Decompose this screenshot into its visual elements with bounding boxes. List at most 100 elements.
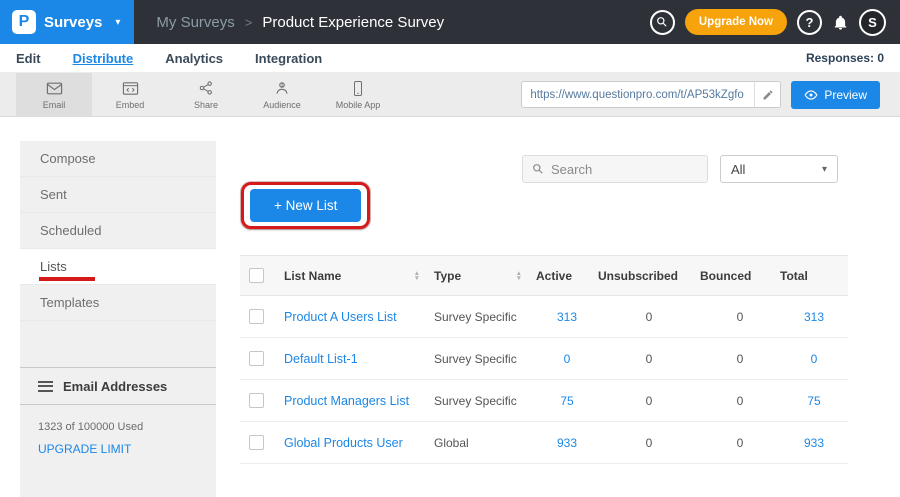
sidebar-item-compose[interactable]: Compose (20, 141, 216, 177)
responses-count[interactable]: Responses: 0 (806, 51, 884, 65)
list-name-link[interactable]: Default List-1 (284, 352, 358, 366)
eye-icon (804, 88, 818, 102)
upgrade-limit-link[interactable]: UPGRADE LIMIT (20, 433, 216, 456)
unsubscribed-count: 0 (598, 380, 700, 422)
column-list-name[interactable]: List Name▲▼ (284, 256, 434, 296)
tab-analytics[interactable]: Analytics (165, 51, 223, 66)
sidebar-item-lists[interactable]: Lists (20, 249, 216, 285)
total-count-link[interactable]: 75 (807, 394, 820, 408)
app-name: Surveys (44, 14, 102, 31)
lists-panel: + New List All ▾ (216, 141, 880, 497)
table-row: Product A Users List Survey Specific 313… (240, 296, 848, 338)
audience-icon: $ (274, 80, 290, 97)
bounced-count: 0 (700, 338, 780, 380)
sort-icon: ▲▼ (516, 271, 522, 281)
list-name-link[interactable]: Product A Users List (284, 310, 397, 324)
edit-url-pencil-icon[interactable] (754, 82, 780, 107)
table-row: Global Products User Global 933 0 0 933 (240, 422, 848, 464)
help-icon[interactable]: ? (797, 10, 822, 35)
column-active[interactable]: Active (536, 256, 598, 296)
mobile-app-icon (351, 80, 365, 97)
list-name-link[interactable]: Product Managers List (284, 394, 409, 408)
sidebar-item-label: Templates (40, 295, 99, 310)
active-count-link[interactable]: 0 (564, 352, 571, 366)
channel-email[interactable]: Email (16, 73, 92, 117)
total-count-link[interactable]: 933 (804, 436, 824, 450)
product-switcher[interactable]: P Surveys ▾ (0, 0, 134, 44)
column-unsubscribed[interactable]: Unsubscribed (598, 256, 700, 296)
column-total[interactable]: Total (780, 256, 848, 296)
active-count-link[interactable]: 313 (557, 310, 577, 324)
column-type[interactable]: Type▲▼ (434, 256, 536, 296)
tab-edit[interactable]: Edit (16, 51, 41, 66)
upgrade-now-button[interactable]: Upgrade Now (685, 9, 787, 35)
select-all-checkbox[interactable] (249, 268, 264, 283)
search-icon[interactable] (650, 10, 675, 35)
avatar[interactable]: S (859, 9, 886, 36)
embed-icon (122, 80, 139, 97)
sidebar-item-label: Sent (40, 187, 67, 202)
survey-url[interactable]: https://www.questionpro.com/t/AP53kZgfo (522, 89, 754, 101)
active-count-link[interactable]: 75 (560, 394, 573, 408)
bounced-count: 0 (700, 380, 780, 422)
breadcrumb: My Surveys > Product Experience Survey (156, 14, 444, 31)
filter-value: All (731, 162, 745, 177)
total-count-link[interactable]: 313 (804, 310, 824, 324)
content-area: Compose Sent Scheduled Lists Templates E… (0, 117, 900, 497)
email-addresses-title: Email Addresses (63, 379, 167, 394)
channel-audience[interactable]: $ Audience (244, 73, 320, 117)
unsubscribed-count: 0 (598, 422, 700, 464)
tab-integration[interactable]: Integration (255, 51, 322, 66)
preview-label: Preview (824, 88, 867, 102)
breadcrumb-separator: > (245, 15, 253, 30)
column-bounced[interactable]: Bounced (700, 256, 780, 296)
top-bar: P Surveys ▾ My Surveys > Product Experie… (0, 0, 900, 44)
distribute-sidebar: Compose Sent Scheduled Lists Templates E… (20, 141, 216, 497)
row-checkbox[interactable] (249, 435, 264, 450)
channel-label: Audience (263, 100, 301, 110)
breadcrumb-my-surveys[interactable]: My Surveys (156, 14, 234, 31)
list-name-link[interactable]: Global Products User (284, 436, 403, 450)
channel-label: Embed (116, 100, 145, 110)
bell-icon[interactable] (832, 14, 849, 31)
row-checkbox[interactable] (249, 393, 264, 408)
annotation-red-underline (39, 277, 95, 281)
sidebar-item-templates[interactable]: Templates (20, 285, 216, 321)
total-count-link[interactable]: 0 (811, 352, 818, 366)
email-addresses-header: Email Addresses (20, 367, 216, 405)
list-type: Survey Specific (434, 338, 536, 380)
table-header-row: List Name▲▼ Type▲▼ Active Unsubscribed B… (240, 256, 848, 296)
active-count-link[interactable]: 933 (557, 436, 577, 450)
new-list-button[interactable]: + New List (250, 189, 361, 222)
search-box (522, 155, 708, 183)
email-icon (46, 80, 63, 97)
sidebar-item-label: Lists (40, 259, 67, 274)
tab-distribute[interactable]: Distribute (73, 51, 134, 66)
table-row: Default List-1 Survey Specific 0 0 0 0 (240, 338, 848, 380)
sidebar-item-sent[interactable]: Sent (20, 177, 216, 213)
sidebar-item-label: Compose (40, 151, 96, 166)
row-checkbox[interactable] (249, 309, 264, 324)
sidebar-item-label: Scheduled (40, 223, 101, 238)
preview-button[interactable]: Preview (791, 81, 880, 109)
bounced-count: 0 (700, 422, 780, 464)
list-type: Survey Specific (434, 380, 536, 422)
magnifier-icon (532, 163, 544, 175)
usage-text: 1323 of 100000 Used (20, 405, 216, 433)
list-controls: + New List All ▾ (240, 141, 880, 255)
filter-dropdown[interactable]: All ▾ (720, 155, 838, 183)
survey-url-box: https://www.questionpro.com/t/AP53kZgfo (521, 81, 781, 108)
lists-table: List Name▲▼ Type▲▼ Active Unsubscribed B… (240, 255, 848, 464)
list-type: Global (434, 422, 536, 464)
channel-share[interactable]: Share (168, 73, 244, 117)
svg-text:$: $ (281, 83, 284, 88)
channel-label: Share (194, 100, 218, 110)
unsubscribed-count: 0 (598, 338, 700, 380)
survey-nav: Edit Distribute Analytics Integration Re… (0, 44, 900, 73)
row-checkbox[interactable] (249, 351, 264, 366)
channel-embed[interactable]: Embed (92, 73, 168, 117)
distribute-toolbar: Email Embed Share $ Audience Mobile App (0, 73, 900, 117)
sidebar-item-scheduled[interactable]: Scheduled (20, 213, 216, 249)
channel-mobile-app[interactable]: Mobile App (320, 73, 396, 117)
search-input[interactable] (551, 162, 698, 177)
